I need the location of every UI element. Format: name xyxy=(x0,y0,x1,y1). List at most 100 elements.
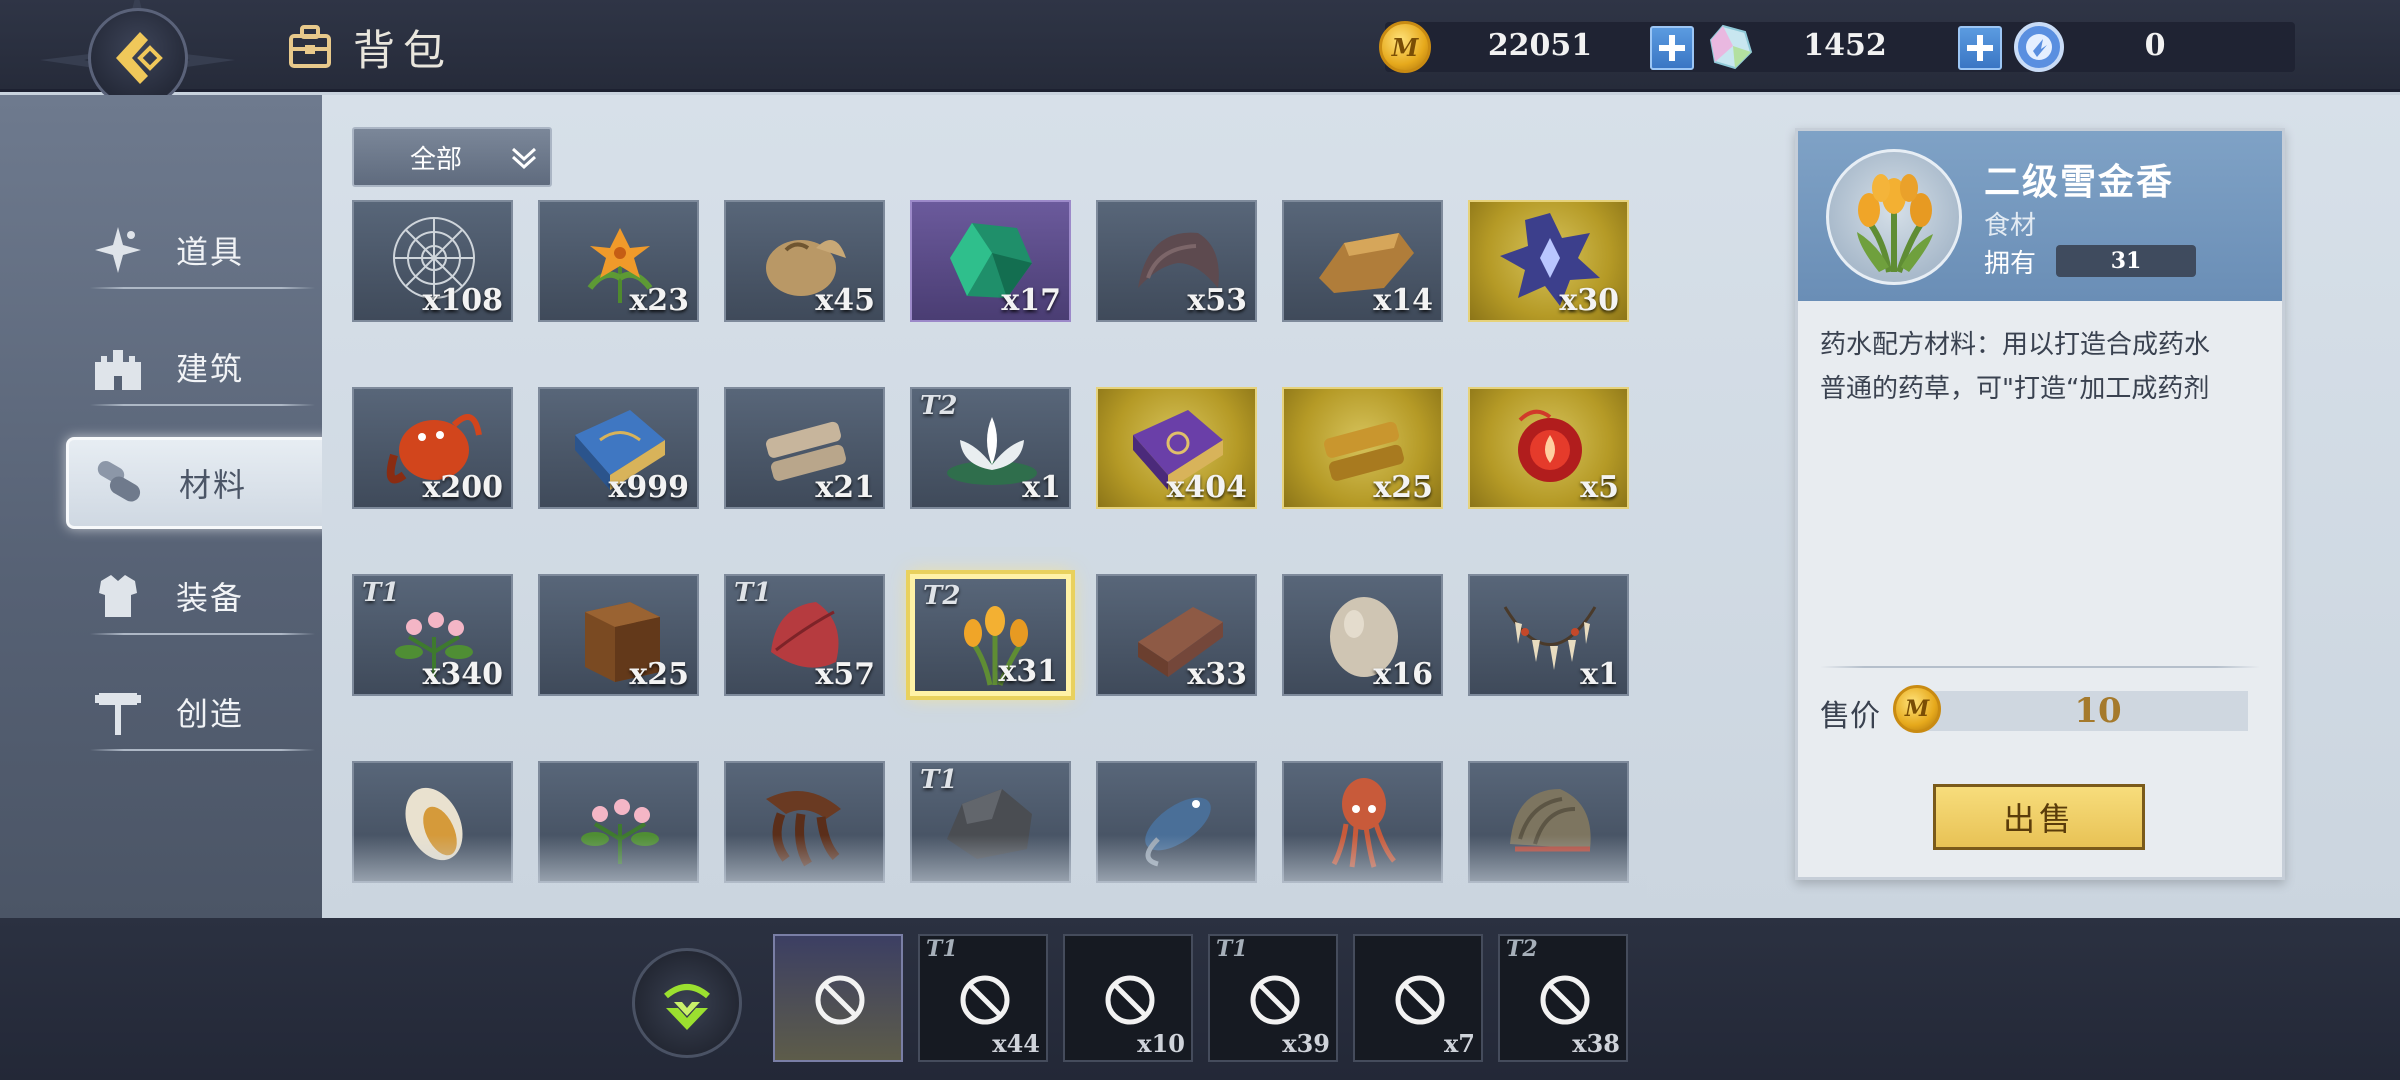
collect-button[interactable] xyxy=(632,948,742,1058)
prohibited-icon xyxy=(1250,975,1300,1025)
inventory-slot[interactable]: x108 xyxy=(352,200,513,322)
price-value: 10 xyxy=(2074,691,2122,731)
inventory-slot[interactable]: x53 xyxy=(1096,200,1257,322)
inventory-slot[interactable]: x404 xyxy=(1096,387,1257,509)
quick-slot[interactable]: x10 xyxy=(1063,934,1193,1062)
divider xyxy=(90,633,315,635)
seed-icon xyxy=(405,787,463,861)
inventory-slot[interactable]: x1 xyxy=(1468,574,1629,696)
quick-slot[interactable] xyxy=(773,934,903,1062)
item-count: x45 xyxy=(815,283,875,318)
prohibited-icon xyxy=(815,975,865,1025)
inventory-slot[interactable]: x45 xyxy=(724,200,885,322)
item-count: x44 xyxy=(992,1029,1040,1058)
item-count: x10 xyxy=(1137,1029,1185,1058)
gold-amount: 22051 xyxy=(1487,28,1593,63)
item-count: x57 xyxy=(815,657,875,692)
item-count: x33 xyxy=(1187,657,1247,692)
sidebar-item-label: 材料 xyxy=(179,466,248,504)
divider xyxy=(90,749,315,751)
item-count: x108 xyxy=(422,283,503,318)
tier-badge: T2 xyxy=(920,391,958,421)
quick-slot[interactable]: x7 xyxy=(1353,934,1483,1062)
inventory-slot[interactable]: x21 xyxy=(724,387,885,509)
inventory-slot[interactable]: x23 xyxy=(538,200,699,322)
item-count: x31 xyxy=(998,654,1058,689)
inventory-slot[interactable]: x14 xyxy=(1282,200,1443,322)
plus-icon xyxy=(1659,35,1685,61)
item-count: x5 xyxy=(1580,470,1619,505)
inventory-slot[interactable]: T1 x57 xyxy=(724,574,885,696)
prohibited-icon xyxy=(1395,975,1445,1025)
inventory-slot[interactable]: x5 xyxy=(1468,387,1629,509)
prohibited-icon xyxy=(960,975,1010,1025)
inventory-slot[interactable]: x999 xyxy=(538,387,699,509)
armor-icon xyxy=(90,568,146,624)
inventory-slot[interactable]: T2 x31 xyxy=(910,574,1071,696)
blue-token-icon xyxy=(2014,22,2064,72)
inventory-slot[interactable] xyxy=(724,761,885,883)
inventory-slot[interactable]: x17 xyxy=(910,200,1071,322)
item-count: x200 xyxy=(422,470,503,505)
squid-icon xyxy=(1331,778,1396,868)
filter-label: 全部 xyxy=(410,144,463,175)
sell-button[interactable]: 出售 xyxy=(1933,784,2145,850)
quick-slot[interactable]: T2 x38 xyxy=(1498,934,1628,1062)
tier-badge: T1 xyxy=(920,765,958,795)
item-count: x17 xyxy=(1001,283,1061,318)
back-button[interactable] xyxy=(88,8,188,108)
claw-icon xyxy=(766,791,841,867)
inventory-slot[interactable] xyxy=(538,761,699,883)
gold-coin-icon: M xyxy=(1893,685,1941,733)
inventory-slot[interactable]: x200 xyxy=(352,387,513,509)
pink-herb-icon xyxy=(581,799,659,864)
crystal-icon xyxy=(1709,24,1753,70)
inventory-slot[interactable]: x16 xyxy=(1282,574,1443,696)
inventory-slot[interactable]: x25 xyxy=(538,574,699,696)
item-count: x30 xyxy=(1559,283,1619,318)
chevron-down-icon xyxy=(511,147,537,170)
inventory-slot[interactable]: x25 xyxy=(1282,387,1443,509)
item-count: x23 xyxy=(629,283,689,318)
hammer-icon xyxy=(90,684,146,740)
item-count: x1 xyxy=(1580,657,1619,692)
quick-slot[interactable]: T1 x39 xyxy=(1208,934,1338,1062)
sidebar-item-create[interactable]: 创造 xyxy=(90,677,315,751)
filter-dropdown[interactable]: 全部 xyxy=(352,127,552,187)
back-arrow-icon xyxy=(116,32,163,84)
backpack-icon xyxy=(289,25,331,68)
divider xyxy=(90,287,315,289)
item-count: x38 xyxy=(1572,1029,1620,1058)
add-gold-button[interactable] xyxy=(1650,26,1694,70)
page-title-group: 背包 xyxy=(285,20,453,75)
item-grid: x108 x23 x45 x17 x53 x14 x30 x200 x999 x21 T2 x1 x40… xyxy=(352,200,1647,900)
inventory-slot[interactable]: T2 x1 xyxy=(910,387,1071,509)
inventory-slot[interactable] xyxy=(352,761,513,883)
item-count: x53 xyxy=(1187,283,1247,318)
tier-badge: T1 xyxy=(926,936,958,962)
inventory-slot[interactable]: T1 xyxy=(910,761,1071,883)
item-count: x16 xyxy=(1373,657,1433,692)
item-count: x25 xyxy=(629,657,689,692)
sidebar-item-props[interactable]: 道具 xyxy=(90,215,315,289)
sidebar-item-equipment[interactable]: 装备 xyxy=(90,561,315,635)
item-count: x21 xyxy=(815,470,875,505)
inventory-slot[interactable] xyxy=(1282,761,1443,883)
inventory-slot[interactable] xyxy=(1096,761,1257,883)
item-count: x340 xyxy=(422,657,503,692)
inventory-slot[interactable]: T1 x340 xyxy=(352,574,513,696)
sidebar-item-materials[interactable]: 材料 xyxy=(66,437,336,529)
sidebar-item-buildings[interactable]: 建筑 xyxy=(90,332,315,406)
quick-slot[interactable]: T1 x44 xyxy=(918,934,1048,1062)
divider xyxy=(1820,666,2260,668)
item-count: x999 xyxy=(608,470,689,505)
add-crystal-button[interactable] xyxy=(1958,26,2002,70)
quick-bar: T1 x44 x10 T1 x39 x7 T2 x38 xyxy=(0,918,2400,1080)
inventory-slot[interactable]: x33 xyxy=(1096,574,1257,696)
description-line: 药水配方材料：用以打造合成药水 xyxy=(1820,330,2211,360)
category-sidebar: 道具 建筑 材料 装备 创造 xyxy=(0,95,336,918)
inventory-slot[interactable]: x30 xyxy=(1468,200,1629,322)
inventory-panel: 全部 x108 x23 x45 x17 x53 x14 x30 x200 x999 x21 T2 x1… xyxy=(322,95,2400,918)
inventory-slot[interactable] xyxy=(1468,761,1629,883)
item-count: x39 xyxy=(1282,1029,1330,1058)
